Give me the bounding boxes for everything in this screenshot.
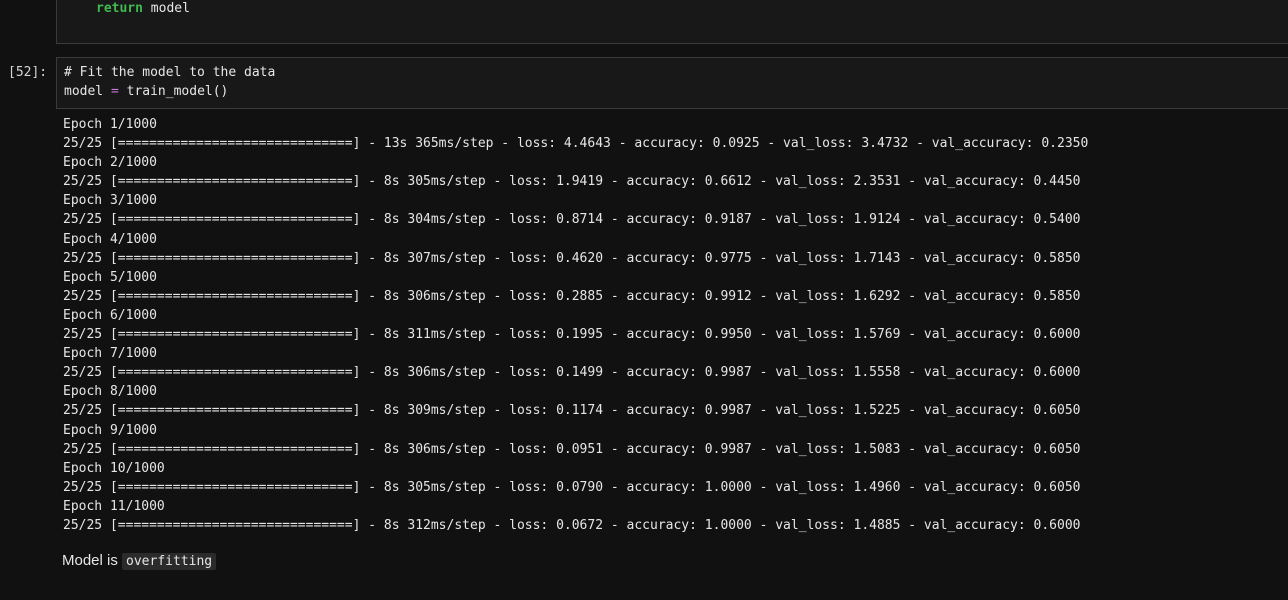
epoch-header: Epoch 9/1000 bbox=[63, 422, 157, 438]
progress-line: 25/25 [==============================] -… bbox=[63, 517, 1081, 533]
progress-line: 25/25 [==============================] -… bbox=[63, 441, 1081, 457]
execution-count: [52]: bbox=[8, 65, 48, 80]
return-statement: return model bbox=[96, 0, 190, 18]
progress-line: 25/25 [==============================] -… bbox=[63, 250, 1081, 266]
epoch-header: Epoch 3/1000 bbox=[63, 193, 157, 209]
progress-line: 25/25 [==============================] -… bbox=[63, 403, 1081, 419]
epoch-header: Epoch 7/1000 bbox=[63, 346, 157, 362]
markdown-text: Model is bbox=[62, 552, 123, 569]
code-variable: model bbox=[64, 84, 104, 99]
progress-line: 25/25 [==============================] -… bbox=[63, 212, 1081, 228]
epoch-header: Epoch 6/1000 bbox=[63, 307, 157, 323]
progress-line: 25/25 [==============================] -… bbox=[63, 327, 1081, 343]
epoch-header: Epoch 2/1000 bbox=[63, 155, 157, 171]
code-comment: # Fit the model to the data bbox=[64, 65, 276, 80]
inline-code: overfitting bbox=[122, 553, 217, 570]
progress-line: 25/25 [==============================] -… bbox=[63, 174, 1081, 190]
progress-line: 25/25 [==============================] -… bbox=[63, 365, 1081, 381]
progress-line: 25/25 [==============================] -… bbox=[63, 136, 1089, 152]
epoch-header: Epoch 1/1000 bbox=[63, 117, 157, 132]
progress-line: 25/25 [==============================] -… bbox=[63, 479, 1081, 495]
previous-code-cell[interactable]: return model bbox=[56, 0, 1288, 44]
cell-output: Epoch 1/1000 25/25 [=====================… bbox=[63, 115, 1263, 535]
code-cell[interactable]: # Fit the model to the data model = trai… bbox=[56, 57, 1288, 109]
epoch-header: Epoch 10/1000 bbox=[63, 460, 165, 476]
return-value: model bbox=[142, 1, 190, 16]
epoch-header: Epoch 8/1000 bbox=[63, 384, 157, 400]
progress-line: 25/25 [==============================] -… bbox=[63, 288, 1081, 304]
markdown-cell: Model is overfitting bbox=[62, 551, 217, 572]
code-assignment: model = train_model() bbox=[64, 83, 228, 101]
return-keyword: return bbox=[96, 1, 143, 16]
function-call: train_model() bbox=[126, 84, 229, 99]
epoch-header: Epoch 4/1000 bbox=[63, 231, 157, 247]
epoch-header: Epoch 11/1000 bbox=[63, 498, 165, 514]
assign-operator: = bbox=[103, 84, 127, 99]
epoch-header: Epoch 5/1000 bbox=[63, 269, 157, 285]
